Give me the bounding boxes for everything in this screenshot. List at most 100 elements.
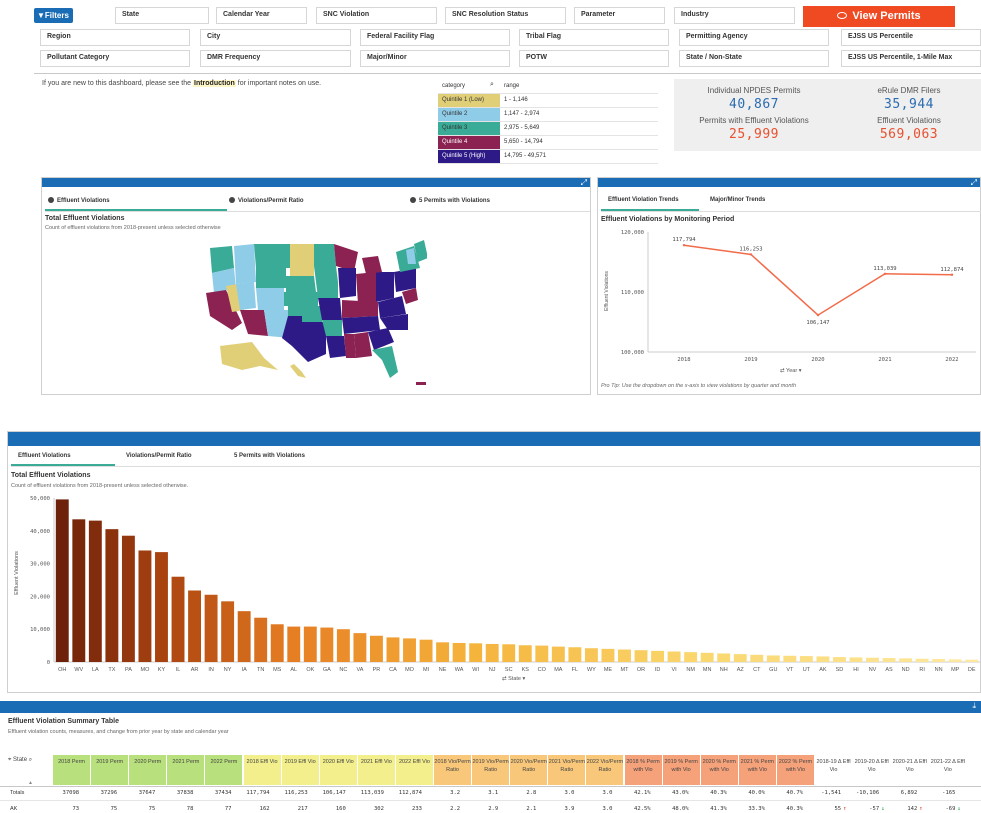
bar[interactable] xyxy=(717,653,731,662)
summary-column-header[interactable]: 2019 Perm xyxy=(91,755,130,785)
bar[interactable] xyxy=(369,635,383,662)
bar[interactable] xyxy=(88,520,102,662)
state-shape[interactable] xyxy=(334,244,358,272)
filter-ejss-1mile-max[interactable]: EJSS US Percentile, 1-Mile Max xyxy=(841,50,981,67)
bar[interactable] xyxy=(733,654,747,662)
state-shape[interactable] xyxy=(316,282,338,298)
bar[interactable] xyxy=(518,645,532,662)
bar[interactable] xyxy=(535,645,549,662)
state-shape[interactable] xyxy=(354,332,372,358)
search-icon[interactable]: ⌕ xyxy=(490,81,494,89)
summary-column-header[interactable]: 2022 % Perm with Vio xyxy=(776,755,815,785)
bar[interactable] xyxy=(915,658,929,662)
state-shape[interactable] xyxy=(342,300,378,318)
summary-column-header[interactable]: 2021 Perm xyxy=(167,755,206,785)
bar[interactable] xyxy=(948,659,962,662)
bar[interactable] xyxy=(601,648,615,662)
bar[interactable] xyxy=(932,659,946,662)
filter-region[interactable]: Region xyxy=(40,29,190,46)
bar[interactable] xyxy=(403,638,416,662)
summary-column-header[interactable]: 2018 Effl Vio xyxy=(243,755,282,785)
bar[interactable] xyxy=(568,647,582,662)
filter-major-minor[interactable]: Major/Minor xyxy=(360,50,510,67)
summary-column-header[interactable]: 2018 Perm xyxy=(53,755,92,785)
filter-tribal-flag[interactable]: Tribal Flag xyxy=(519,29,669,46)
legend-row[interactable]: Quintile 1 (Low) 1 - 1,146 xyxy=(438,94,658,108)
state-shape[interactable] xyxy=(344,334,356,358)
bar-x-dimension-selector[interactable]: ⇄ State ▾ xyxy=(502,676,525,682)
bar[interactable] xyxy=(221,601,235,662)
state-shape[interactable] xyxy=(282,316,326,362)
filter-parameter[interactable]: Parameter xyxy=(574,7,665,24)
summary-column-header[interactable]: 2022 Effl Vio xyxy=(395,755,434,785)
filter-city[interactable]: City xyxy=(200,29,351,46)
bar[interactable] xyxy=(618,649,631,662)
bar[interactable] xyxy=(237,611,251,662)
summary-column-header[interactable]: 2018 % Perm with Vio xyxy=(624,755,663,785)
state-shape[interactable] xyxy=(326,336,346,358)
tab-effluent-violations[interactable]: Effluent Violations xyxy=(48,197,110,204)
summary-column-header[interactable]: 2018-19 Δ Effl Vio xyxy=(815,755,854,785)
state-shape[interactable] xyxy=(362,256,382,274)
trend-point[interactable] xyxy=(883,272,887,275)
bar[interactable] xyxy=(584,648,598,662)
summary-column-header[interactable]: 2021-22 Δ Effl Vio xyxy=(929,755,968,785)
state-shape[interactable] xyxy=(256,268,286,288)
bar[interactable] xyxy=(55,499,69,662)
state-shape[interactable] xyxy=(286,276,316,292)
state-column-header[interactable]: ⌖ State ⌕ xyxy=(8,757,32,764)
trend-point[interactable] xyxy=(816,313,820,317)
summary-column-header[interactable]: 2018 Vio/Perm Ratio xyxy=(434,755,473,785)
bar[interactable] xyxy=(799,656,813,662)
state-shape[interactable] xyxy=(256,288,284,310)
filter-permitting-agency[interactable]: Permitting Agency xyxy=(679,29,829,46)
filter-state[interactable]: State xyxy=(115,7,209,24)
state-shape[interactable] xyxy=(290,364,306,378)
state-shape[interactable] xyxy=(284,292,318,306)
bar[interactable] xyxy=(700,652,714,662)
bar[interactable] xyxy=(436,642,450,662)
summary-column-header[interactable]: 2021 Effl Vio xyxy=(357,755,396,785)
state-shape[interactable] xyxy=(240,310,268,336)
bar[interactable] xyxy=(684,652,698,662)
bar[interactable] xyxy=(452,642,466,662)
bar[interactable] xyxy=(667,651,681,662)
bar[interactable] xyxy=(121,535,135,662)
bar[interactable] xyxy=(287,626,301,662)
bar[interactable] xyxy=(254,617,268,662)
bar[interactable] xyxy=(188,590,202,662)
trend-line-series[interactable] xyxy=(683,244,953,317)
tab-5-permits[interactable]: 5 Permits with Violations xyxy=(234,453,305,459)
state-shape[interactable] xyxy=(318,298,342,320)
bar[interactable] xyxy=(105,529,119,662)
summary-column-header[interactable]: 2020 % Perm with Vio xyxy=(700,755,739,785)
bar[interactable] xyxy=(502,644,516,662)
filters-button[interactable]: ▼Filters xyxy=(34,8,73,23)
expand-icon[interactable]: ⤢ xyxy=(581,178,587,188)
bar[interactable] xyxy=(816,656,830,662)
summary-column-header[interactable]: 2019 Vio/Perm Ratio xyxy=(472,755,511,785)
summary-column-header[interactable]: 2019 Effl Vio xyxy=(281,755,320,785)
summary-column-header[interactable]: 2020 Effl Vio xyxy=(319,755,358,785)
state-shape[interactable] xyxy=(372,346,398,378)
trend-point[interactable] xyxy=(749,253,753,256)
summary-column-header[interactable]: 2022 Vio/Perm Ratio xyxy=(586,755,625,785)
summary-column-header[interactable]: 2020 Vio/Perm Ratio xyxy=(510,755,549,785)
filter-snc-violation[interactable]: SNC Violation xyxy=(316,7,437,24)
summary-column-header[interactable]: 2020-21 Δ Effl Vio xyxy=(891,755,930,785)
bar[interactable] xyxy=(72,519,86,662)
bar[interactable] xyxy=(634,650,648,662)
introduction-link[interactable]: Introduction xyxy=(193,80,236,87)
tab-effluent-violation-trends[interactable]: Effluent Violation Trends xyxy=(608,197,679,203)
state-bar-chart[interactable]: 0 10,000 20,000 30,000 40,000 50,000 OH WV LA TX P… xyxy=(8,490,981,680)
bar[interactable] xyxy=(155,552,168,662)
tab-violations-permit-ratio[interactable]: Violations/Permit Ratio xyxy=(126,453,192,459)
expand-icon[interactable]: ⤢ xyxy=(971,178,977,188)
legend-row[interactable]: Quintile 4 5,650 - 14,794 xyxy=(438,136,658,150)
legend-row[interactable]: Quintile 3 2,975 - 5,649 xyxy=(438,122,658,136)
trend-line-chart[interactable]: 100,000 110,000 120,000 117,794 2018 116,253 2… xyxy=(598,226,981,376)
state-shape[interactable] xyxy=(290,260,314,276)
summary-column-header[interactable]: 2022 Perm xyxy=(205,755,244,785)
legend-row[interactable]: Quintile 2 1,147 - 2,974 xyxy=(438,108,658,122)
bar[interactable] xyxy=(204,594,218,662)
